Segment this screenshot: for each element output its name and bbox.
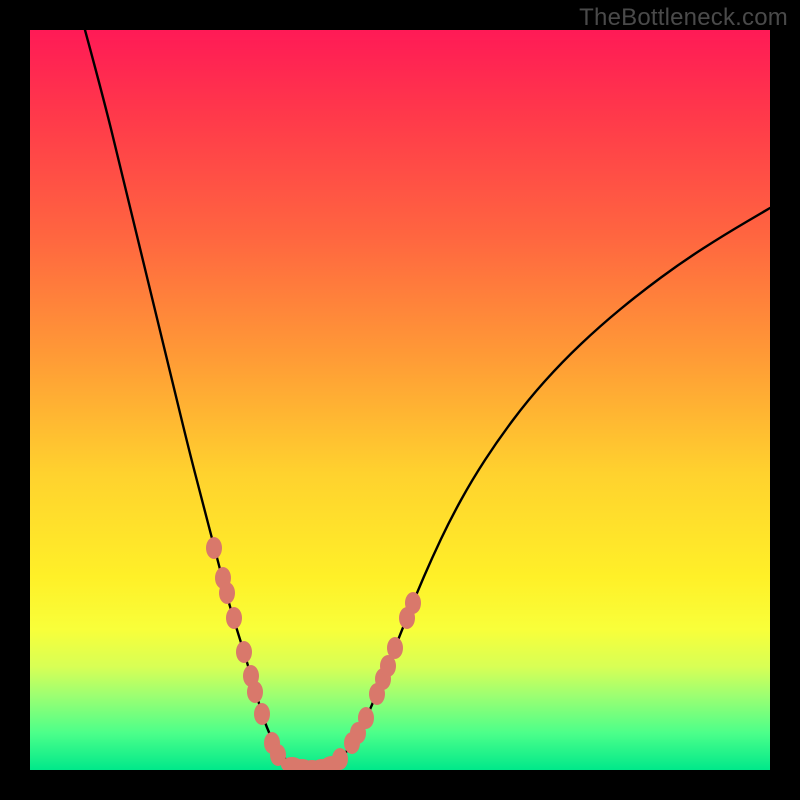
curve-marker: [254, 703, 270, 725]
curve-marker: [332, 748, 348, 770]
curve-marker: [226, 607, 242, 629]
curve-marker: [405, 592, 421, 614]
curve-marker: [236, 641, 252, 663]
curve-marker: [358, 707, 374, 729]
chart-svg: [30, 30, 770, 770]
curve-marker: [387, 637, 403, 659]
curve-markers-right: [332, 592, 421, 770]
chart-plot-area: [30, 30, 770, 770]
bottleneck-curve: [85, 30, 770, 768]
curve-marker: [206, 537, 222, 559]
curve-marker: [219, 582, 235, 604]
curve-marker: [247, 681, 263, 703]
curve-markers-left: [206, 537, 286, 766]
watermark-text: TheBottleneck.com: [579, 4, 788, 32]
